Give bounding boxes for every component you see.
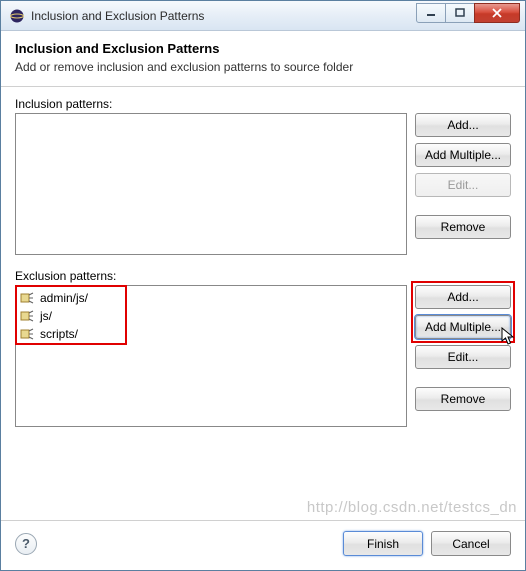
inclusion-edit-button: Edit...	[415, 173, 511, 197]
inclusion-listbox[interactable]	[15, 113, 407, 255]
filter-icon	[20, 291, 36, 305]
titlebar: Inclusion and Exclusion Patterns	[1, 1, 525, 31]
exclusion-listbox[interactable]: admin/js/js/scripts/	[15, 285, 407, 427]
inclusion-add-multiple-button[interactable]: Add Multiple...	[415, 143, 511, 167]
filter-icon	[20, 327, 36, 341]
inclusion-remove-button[interactable]: Remove	[415, 215, 511, 239]
exclusion-add-multiple-button[interactable]: Add Multiple...	[415, 315, 511, 339]
exclusion-add-button[interactable]: Add...	[415, 285, 511, 309]
exclusion-remove-button[interactable]: Remove	[415, 387, 511, 411]
finish-button[interactable]: Finish	[343, 531, 423, 556]
list-item[interactable]: admin/js/	[20, 289, 402, 307]
cancel-button[interactable]: Cancel	[431, 531, 511, 556]
list-item-label: admin/js/	[40, 291, 88, 305]
window-controls	[417, 3, 520, 23]
list-item[interactable]: js/	[20, 307, 402, 325]
dialog-header: Inclusion and Exclusion Patterns Add or …	[1, 31, 525, 87]
close-button[interactable]	[474, 3, 520, 23]
help-icon[interactable]: ?	[15, 533, 37, 555]
maximize-button[interactable]	[445, 3, 475, 23]
exclusion-edit-button[interactable]: Edit...	[415, 345, 511, 369]
watermark-text: http://blog.csdn.net/testcs_dn	[307, 499, 517, 516]
list-item-label: js/	[40, 309, 52, 323]
dialog-title: Inclusion and Exclusion Patterns	[15, 41, 511, 56]
dialog-footer: ? Finish Cancel	[1, 520, 525, 570]
dialog-description: Add or remove inclusion and exclusion pa…	[15, 60, 511, 74]
list-item-label: scripts/	[40, 327, 78, 341]
inclusion-label: Inclusion patterns:	[15, 97, 511, 111]
window-title: Inclusion and Exclusion Patterns	[31, 9, 417, 23]
eclipse-icon	[9, 8, 25, 24]
exclusion-label: Exclusion patterns:	[15, 269, 511, 283]
list-item[interactable]: scripts/	[20, 325, 402, 343]
filter-icon	[20, 309, 36, 323]
minimize-button[interactable]	[416, 3, 446, 23]
inclusion-add-button[interactable]: Add...	[415, 113, 511, 137]
